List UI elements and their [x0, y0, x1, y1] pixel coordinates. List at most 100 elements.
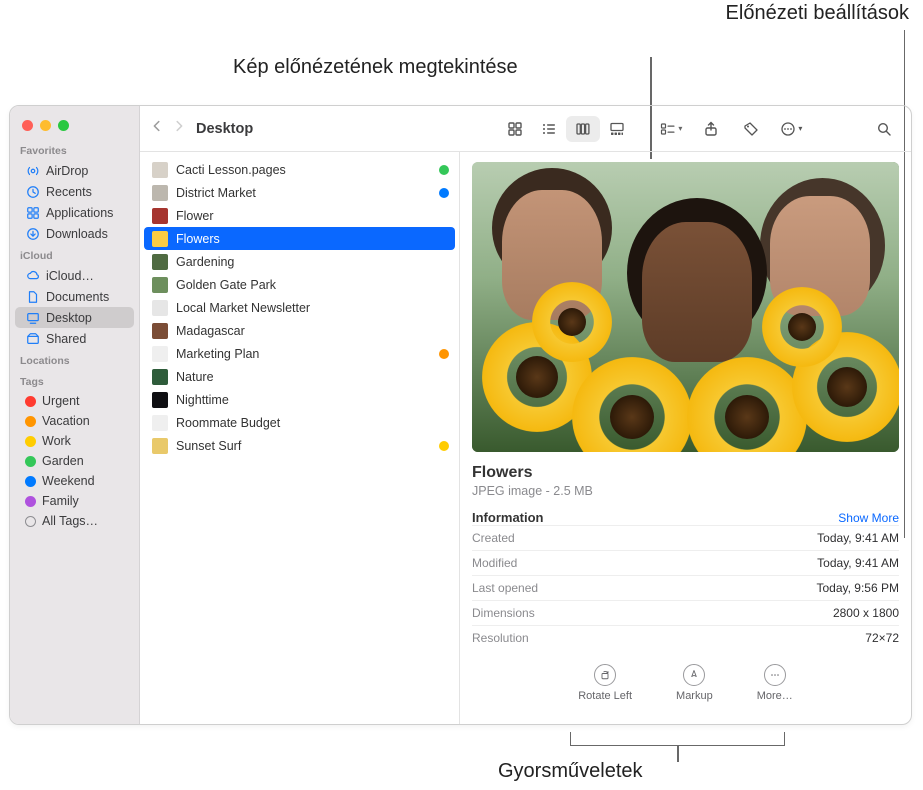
info-value: Today, 9:56 PM	[817, 581, 900, 595]
minimize-window-button[interactable]	[40, 120, 51, 131]
sidebar-item-airdrop[interactable]: AirDrop	[15, 160, 134, 181]
clock-icon	[25, 184, 40, 199]
sidebar-item-urgent[interactable]: Urgent	[15, 391, 134, 411]
file-name: Sunset Surf	[176, 439, 241, 453]
sidebar-item-applications[interactable]: Applications	[15, 202, 134, 223]
sidebar-item-documents[interactable]: Documents	[15, 286, 134, 307]
file-tag-dot-icon	[439, 349, 449, 359]
tags-button[interactable]	[734, 116, 768, 142]
quick-action-label: Rotate Left	[578, 690, 632, 702]
sidebar-section-locations: Locations	[10, 349, 139, 370]
show-more-button[interactable]: Show More	[838, 511, 899, 525]
file-row[interactable]: Local Market Newsletter	[140, 296, 459, 319]
sidebar-item-garden[interactable]: Garden	[15, 451, 134, 471]
sidebar-item-label: Garden	[42, 454, 84, 468]
view-gallery-button[interactable]	[600, 116, 634, 142]
file-row[interactable]: Flower	[140, 204, 459, 227]
close-window-button[interactable]	[22, 120, 33, 131]
quick-action-rotate[interactable]: Rotate Left	[578, 664, 632, 702]
file-name: Gardening	[176, 255, 234, 269]
file-row[interactable]: Flowers	[144, 227, 455, 250]
file-row[interactable]: Gardening	[140, 250, 459, 273]
quick-action-more[interactable]: More…	[757, 664, 793, 702]
markup-icon	[683, 664, 705, 686]
share-button[interactable]	[694, 116, 728, 142]
sidebar-section-tags: Tags	[10, 370, 139, 391]
sidebar-item-weekend[interactable]: Weekend	[15, 471, 134, 491]
view-column-button[interactable]	[566, 116, 600, 142]
file-row[interactable]: Marketing Plan	[140, 342, 459, 365]
file-row[interactable]: Golden Gate Park	[140, 273, 459, 296]
sidebar-item-label: Documents	[46, 290, 109, 304]
tag-dot-icon	[25, 496, 36, 507]
airdrop-icon	[25, 163, 40, 178]
group-by-button[interactable]: ▾	[654, 116, 688, 142]
sidebar-item-vacation[interactable]: Vacation	[15, 411, 134, 431]
file-thumbnail-icon	[152, 369, 168, 385]
file-thumbnail-icon	[152, 162, 168, 178]
sidebar-item-label: iCloud…	[46, 269, 94, 283]
view-list-button[interactable]	[532, 116, 566, 142]
rotate-icon	[594, 664, 616, 686]
toolbar-title: Desktop	[196, 121, 253, 137]
callout-preview-settings: Előnézeti beállítások	[726, 2, 909, 25]
file-name: Madagascar	[176, 324, 245, 338]
info-key: Modified	[472, 556, 517, 570]
file-name: Flowers	[176, 232, 220, 246]
window-controls	[10, 114, 139, 139]
sidebar-item-family[interactable]: Family	[15, 491, 134, 511]
file-tag-dot-icon	[439, 441, 449, 451]
sidebar-item-recents[interactable]: Recents	[15, 181, 134, 202]
sidebar-item-label: Family	[42, 494, 79, 508]
callout-image-preview: Kép előnézetének megtekintése	[233, 56, 518, 79]
file-tag-dot-icon	[439, 188, 449, 198]
tag-dot-icon	[25, 436, 36, 447]
sidebar-item-label: Vacation	[42, 414, 90, 428]
sidebar-item-label: Shared	[46, 332, 86, 346]
file-column[interactable]: Cacti Lesson.pages District Market Flower F…	[140, 152, 460, 724]
file-row[interactable]: District Market	[140, 181, 459, 204]
file-row[interactable]: Sunset Surf	[140, 434, 459, 457]
file-thumbnail-icon	[152, 254, 168, 270]
tag-dot-icon	[25, 516, 36, 527]
info-key: Last opened	[472, 581, 538, 595]
shared-icon	[25, 331, 40, 346]
tag-dot-icon	[25, 396, 36, 407]
chevron-down-icon: ▾	[678, 124, 682, 133]
action-button[interactable]: ▾	[774, 116, 808, 142]
view-icon-button[interactable]	[498, 116, 532, 142]
info-row: Dimensions2800 x 1800	[472, 600, 899, 625]
file-row[interactable]: Madagascar	[140, 319, 459, 342]
file-row[interactable]: Nighttime	[140, 388, 459, 411]
download-icon	[25, 226, 40, 241]
preview-image[interactable]	[472, 162, 899, 452]
search-button[interactable]	[867, 116, 901, 142]
more-icon	[764, 664, 786, 686]
sidebar-item-shared[interactable]: Shared	[15, 328, 134, 349]
forward-button[interactable]	[172, 119, 186, 138]
sidebar-item-label: Downloads	[46, 227, 108, 241]
zoom-window-button[interactable]	[58, 120, 69, 131]
file-name: Golden Gate Park	[176, 278, 276, 292]
sidebar-item-desktop[interactable]: Desktop	[15, 307, 134, 328]
finder-window: Favorites AirDropRecentsApplicationsDown…	[9, 105, 912, 725]
file-name: District Market	[176, 186, 256, 200]
sidebar-item-work[interactable]: Work	[15, 431, 134, 451]
file-thumbnail-icon	[152, 392, 168, 408]
info-value: 72×72	[865, 631, 899, 645]
sidebar-item-label: Weekend	[42, 474, 95, 488]
callout-line	[677, 746, 679, 762]
main-area: Desktop ▾ ▾ Cacti Lesson.pages District M…	[140, 106, 911, 724]
back-button[interactable]	[150, 119, 164, 138]
file-row[interactable]: Nature	[140, 365, 459, 388]
sidebar-item-all-tags-[interactable]: All Tags…	[15, 511, 134, 531]
quick-action-label: More…	[757, 690, 793, 702]
info-row: Resolution 72×72	[472, 625, 899, 650]
cloud-icon	[25, 268, 40, 283]
file-row[interactable]: Cacti Lesson.pages	[140, 158, 459, 181]
sidebar-item-icloud-[interactable]: iCloud…	[15, 265, 134, 286]
sidebar-item-downloads[interactable]: Downloads	[15, 223, 134, 244]
file-row[interactable]: Roommate Budget	[140, 411, 459, 434]
quick-action-markup[interactable]: Markup	[676, 664, 713, 702]
info-key: Resolution	[472, 631, 529, 645]
